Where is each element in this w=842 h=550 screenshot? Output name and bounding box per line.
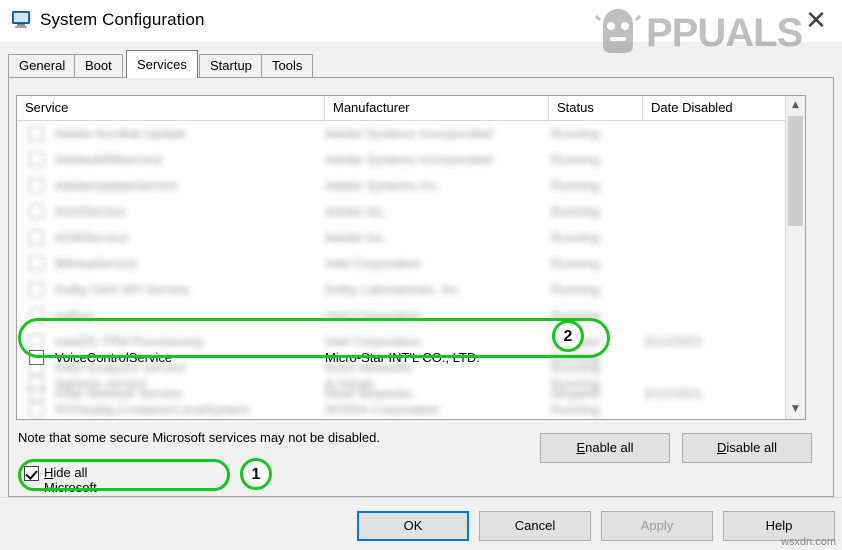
annotation-badge-1: 1: [240, 458, 272, 490]
table-row[interactable]: BttHsaService Intel Corporation Running: [17, 251, 785, 277]
enable-all-button[interactable]: Enable all: [540, 433, 670, 463]
table-row[interactable]: Adobe Acrobat Update Adobe Systems Incor…: [17, 121, 785, 147]
table-row[interactable]: AdobeARMservice Adobe Systems Incorporat…: [17, 147, 785, 173]
cell-status: Running: [551, 152, 600, 167]
cell-service: VoiceControlService: [55, 350, 173, 365]
cell-service: Nahimic service: [55, 376, 147, 391]
title-bar: System Configuration ✕: [0, 0, 842, 42]
row-checkbox[interactable]: [29, 178, 44, 193]
table-row[interactable]: AGMService Adobe Inc. Running: [17, 225, 785, 251]
vertical-scrollbar[interactable]: ▲ ▼: [785, 96, 805, 419]
services-list-header: Service Manufacturer Status Date Disable…: [17, 96, 805, 121]
secure-services-note: Note that some secure Microsoft services…: [18, 430, 380, 445]
cell-manufacturer: Adobe Systems Inc.: [325, 178, 441, 193]
row-checkbox[interactable]: [29, 230, 44, 245]
row-checkbox[interactable]: [29, 204, 44, 219]
cell-service: AdobeARMservice: [55, 152, 163, 167]
hide-microsoft-services-accel: H: [44, 465, 54, 480]
cell-service: AdobeUpdateService: [55, 178, 178, 193]
source-url-watermark: wsxdn.com: [780, 536, 836, 548]
cell-status: Running: [551, 256, 600, 271]
cell-manufacturer: A-Volute: [325, 376, 375, 391]
enable-all-accel: E: [576, 440, 586, 455]
tab-strip: General Boot Services Startup Tools: [8, 50, 834, 78]
table-row[interactable]: NVDisplay.ContainerLocalSystem NVIDIA Co…: [17, 397, 785, 419]
hide-microsoft-services-checkbox[interactable]: [24, 466, 39, 481]
table-row-voicecontrolservice[interactable]: VoiceControlService Micro-Star INT'L CO.…: [17, 345, 785, 371]
annotation-badge-2: 2: [552, 320, 584, 352]
cell-manufacturer: Adobe Inc.: [325, 204, 388, 219]
cell-manufacturer: Micro-Star INT'L CO., LTD.: [325, 350, 480, 365]
row-checkbox[interactable]: [29, 282, 44, 297]
column-header-manufacturer[interactable]: Manufacturer: [325, 96, 549, 120]
disable-all-accel: D: [717, 440, 727, 455]
cell-status: Running: [551, 230, 600, 245]
cell-service: Adobe Acrobat Update: [55, 126, 186, 141]
cell-status: Running: [551, 126, 600, 141]
cell-status: Running: [551, 282, 600, 297]
cell-manufacturer: Adobe Systems Incorporated: [325, 126, 493, 141]
row-checkbox[interactable]: [29, 126, 44, 141]
system-configuration-icon: [12, 11, 32, 29]
cell-date-disabled: [645, 225, 781, 251]
cell-service: AGSService: [55, 204, 126, 219]
cell-service: BttHsaService: [55, 256, 138, 271]
table-row[interactable]: Nahimic service A-Volute Running: [17, 371, 785, 397]
cell-manufacturer: Intel Corporation: [325, 308, 422, 323]
cell-date-disabled: [645, 251, 781, 277]
tab-services[interactable]: Services: [126, 50, 198, 78]
column-header-status[interactable]: Status: [549, 96, 643, 120]
cell-manufacturer: Adobe Inc.: [325, 230, 388, 245]
cell-service: esifsvc: [55, 308, 95, 323]
cancel-button[interactable]: Cancel: [479, 511, 591, 541]
disable-all-button[interactable]: Disable all: [682, 433, 812, 463]
scroll-down-icon[interactable]: ▼: [786, 400, 805, 419]
row-checkbox[interactable]: [29, 308, 44, 323]
tab-startup[interactable]: Startup: [199, 54, 263, 78]
services-rows: Adobe Acrobat Update Adobe Systems Incor…: [17, 121, 785, 419]
cell-status: Running: [551, 376, 600, 391]
table-row[interactable]: esifsvc Intel Corporation Running: [17, 303, 785, 329]
dialog-button-bar: OK Cancel Apply Help wsxdn.com: [0, 497, 842, 550]
row-checkbox[interactable]: [29, 152, 44, 167]
cell-manufacturer: Dolby Laboratories, Inc.: [325, 282, 463, 297]
column-header-service[interactable]: Service: [17, 96, 325, 120]
close-icon[interactable]: ✕: [800, 6, 832, 36]
enable-all-text: nable all: [585, 440, 634, 455]
cell-date-disabled: [645, 147, 781, 173]
cell-date-disabled: [645, 173, 781, 199]
cell-status: Running: [551, 402, 600, 417]
cell-manufacturer: Intel Corporation: [325, 256, 422, 271]
system-configuration-window: System Configuration ✕ PPUALS General Bo…: [0, 0, 842, 550]
table-row[interactable]: AGSService Adobe Inc. Running: [17, 199, 785, 225]
row-checkbox[interactable]: [29, 402, 44, 417]
scrollbar-thumb[interactable]: [788, 116, 803, 226]
disable-all-text: isable all: [726, 440, 777, 455]
table-row[interactable]: Dolby DAX API Service Dolby Laboratories…: [17, 277, 785, 303]
cell-date-disabled: [645, 199, 781, 225]
row-checkbox-voicecontrolservice[interactable]: [29, 350, 44, 365]
tab-general[interactable]: General: [8, 54, 77, 78]
cell-service: Dolby DAX API Service: [55, 282, 190, 297]
column-header-date-disabled[interactable]: Date Disabled: [643, 96, 785, 120]
cell-status: Running: [551, 178, 600, 193]
scroll-up-icon[interactable]: ▲: [786, 96, 805, 115]
cell-date-disabled: [645, 277, 781, 303]
table-row[interactable]: AdobeUpdateService Adobe Systems Inc. Ru…: [17, 173, 785, 199]
cell-status: Running: [551, 204, 600, 219]
cell-date-disabled: [645, 303, 781, 329]
cell-manufacturer: NVIDIA Corporation: [325, 402, 440, 417]
ok-button[interactable]: OK: [357, 511, 469, 541]
cell-manufacturer: Adobe Systems Incorporated: [325, 152, 493, 167]
services-list[interactable]: Service Manufacturer Status Date Disable…: [16, 95, 806, 420]
apply-button: Apply: [601, 511, 713, 541]
cell-service: NVDisplay.ContainerLocalSystem: [55, 402, 250, 417]
window-title: System Configuration: [40, 10, 205, 29]
row-checkbox[interactable]: [29, 376, 44, 391]
row-checkbox[interactable]: [29, 256, 44, 271]
cell-date-disabled: [645, 121, 781, 147]
tab-tools[interactable]: Tools: [261, 54, 314, 78]
tab-boot[interactable]: Boot: [74, 54, 123, 78]
cell-service: AGMService: [55, 230, 128, 245]
